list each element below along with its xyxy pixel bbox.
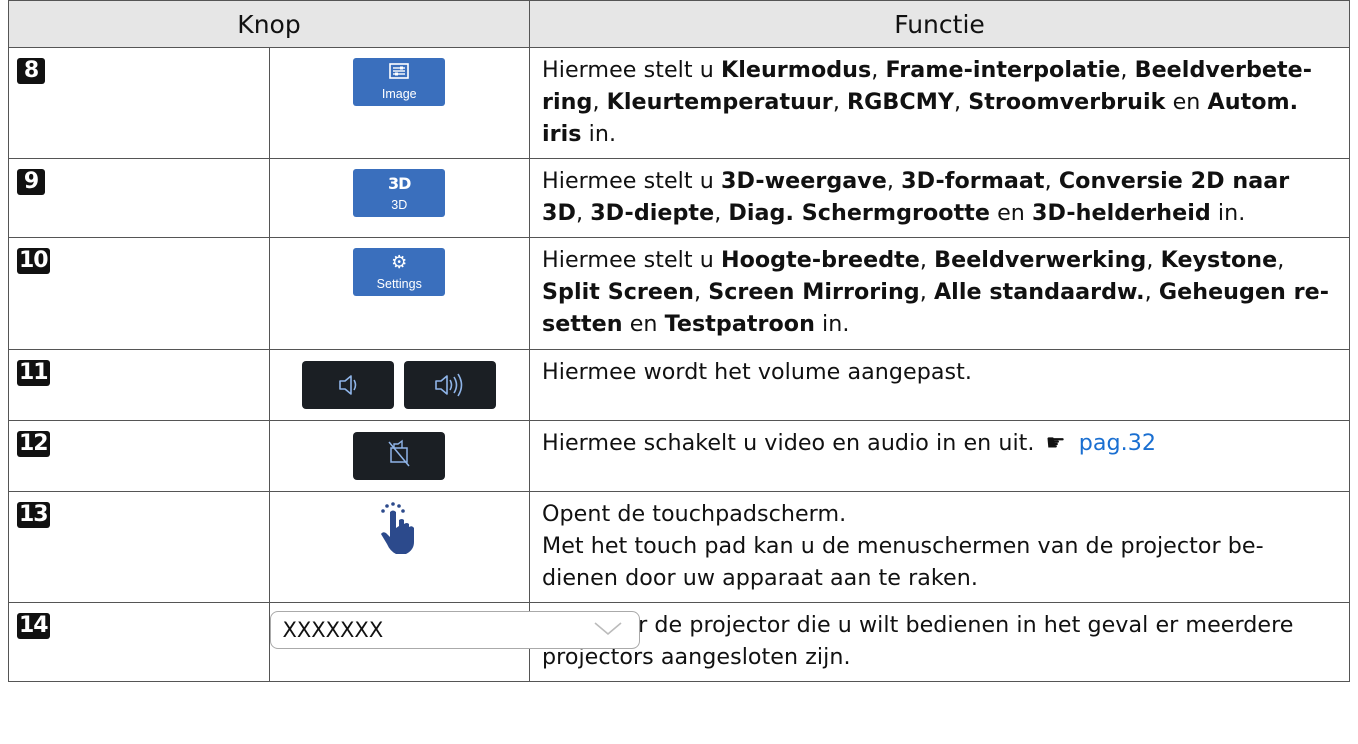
row-number-badge: 12	[17, 431, 50, 457]
header-functie: Functie	[529, 0, 1350, 48]
gear-icon: ⚙	[391, 252, 408, 273]
av-mute-button[interactable]	[353, 432, 446, 480]
table-row: 11 Hiermee wordt het volume aangepast.	[8, 349, 1350, 421]
row-10-description: Hiermee stelt u Hoogte-breedte, Beeldver…	[529, 237, 1350, 350]
touchpad-hand-icon[interactable]	[379, 500, 419, 556]
image-button[interactable]: Image	[353, 58, 446, 106]
volume-up-icon	[435, 373, 463, 397]
table-row: 8 Image Hiermee stelt u Kleurmodus, Fram…	[8, 47, 1350, 159]
pointer-icon: ☛	[1045, 430, 1066, 456]
table-row: 10 ⚙ Settings Hiermee stelt u Hoogte-bre…	[8, 237, 1350, 350]
image-menu-icon	[353, 63, 445, 84]
row-number-badge: 9	[17, 169, 45, 195]
3d-icon: 3D	[388, 174, 411, 193]
row-12-description: Hiermee schakelt u video en audio in en …	[529, 420, 1350, 492]
row-8-description: Hiermee stelt u Kleurmodus, Frame-interp…	[529, 47, 1350, 159]
row-number-badge: 10	[17, 248, 50, 274]
settings-button[interactable]: ⚙ Settings	[353, 248, 446, 296]
row-number-badge: 11	[17, 360, 50, 386]
row-number-badge: 8	[17, 58, 45, 84]
table-row: 9 3D 3D Hiermee stelt u 3D-weergave, 3D-…	[8, 158, 1350, 238]
projector-select[interactable]: XXXXXXX	[269, 611, 640, 649]
function-table: Knop Functie 8 Image Hiermee stelt u Kle…	[8, 0, 1350, 682]
3d-button[interactable]: 3D 3D	[353, 169, 446, 217]
row-11-description: Hiermee wordt het volume aangepast.	[529, 349, 1350, 421]
table-header: Knop Functie	[8, 0, 1350, 48]
image-button-label: Image	[381, 87, 417, 101]
page-link[interactable]: pag.32	[1079, 430, 1156, 456]
row-number-badge: 14	[17, 613, 50, 639]
row-13-description: Opent de touchpadscherm. Met het touch p…	[529, 491, 1350, 603]
header-knop: Knop	[8, 0, 530, 48]
3d-button-label: 3D	[391, 198, 408, 212]
av-mute-icon	[388, 439, 410, 467]
table-row: 12 Hiermee schakelt u video en audio in …	[8, 420, 1350, 492]
table-row: 13 Opent de touchpadscherm. Met het touc…	[8, 491, 1350, 603]
table-row: 14 XXXXXXX Selecteer de projector die u …	[8, 602, 1350, 682]
row-14-description: Selecteer de projector die u wilt bedien…	[529, 602, 1350, 682]
volume-down-icon	[339, 375, 357, 395]
volume-down-button[interactable]	[302, 361, 395, 409]
volume-up-button[interactable]	[404, 361, 497, 409]
chevron-down-icon	[593, 622, 622, 636]
settings-button-label: Settings	[376, 277, 422, 291]
row-number-badge: 13	[17, 502, 50, 528]
projector-select-value: XXXXXXX	[282, 618, 384, 642]
row-9-description: Hiermee stelt u 3D-weergave, 3D-formaat,…	[529, 158, 1350, 238]
